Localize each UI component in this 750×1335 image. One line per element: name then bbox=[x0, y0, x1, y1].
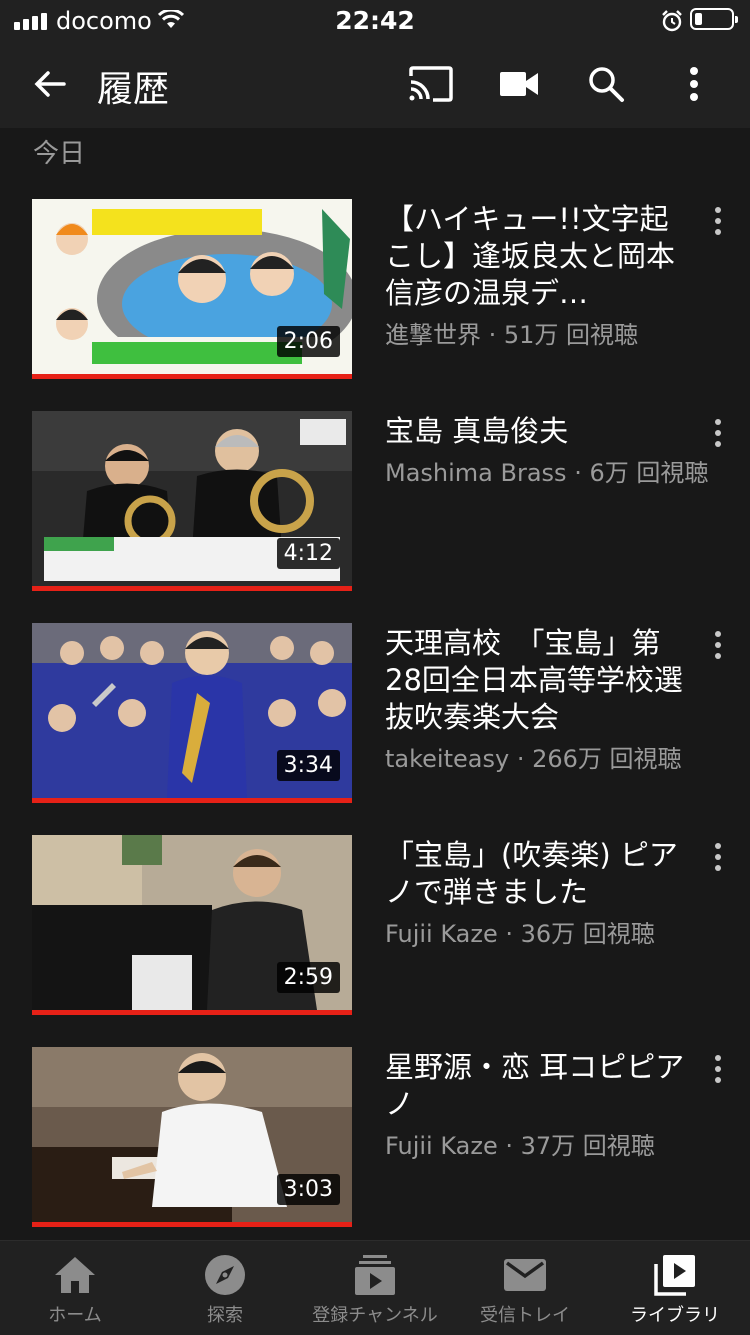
video-meta: Fujii Kaze · 37万 回視聴 bbox=[385, 1132, 655, 1160]
watched-progress-bar bbox=[32, 1010, 352, 1015]
video-more-icon[interactable] bbox=[706, 205, 730, 247]
video-title[interactable]: 宝島 真島俊夫 bbox=[385, 413, 685, 450]
nav-label: 探索 bbox=[207, 1305, 243, 1326]
history-video-item[interactable]: 4:12 宝島 真島俊夫 Mashima Brass · 6万 回視聴 bbox=[0, 411, 750, 601]
video-thumbnail[interactable]: 3:34 bbox=[32, 623, 352, 803]
video-more-icon[interactable] bbox=[706, 841, 730, 883]
home-icon bbox=[0, 1251, 150, 1299]
video-more-icon[interactable] bbox=[706, 629, 730, 671]
video-thumbnail[interactable]: 2:06 bbox=[32, 199, 352, 379]
video-title[interactable]: 星野源・恋 耳コピピアノ bbox=[385, 1049, 685, 1123]
battery-fill bbox=[695, 13, 702, 25]
alarm-icon bbox=[660, 9, 684, 37]
search-icon[interactable] bbox=[582, 40, 630, 128]
battery-icon bbox=[690, 8, 738, 30]
nav-label: ホーム bbox=[48, 1305, 102, 1326]
app-bar: 履歴 bbox=[0, 40, 750, 128]
cast-icon[interactable] bbox=[404, 40, 456, 128]
page-title: 履歴 bbox=[97, 69, 170, 110]
video-title[interactable]: 「宝島」(吹奏楽) ピアノで弾きました bbox=[385, 837, 685, 911]
bottom-navigation: ホーム 探索 登録チャンネル 受信トレイ ライブラリ bbox=[0, 1240, 750, 1335]
mail-icon bbox=[450, 1251, 600, 1299]
nav-item-home[interactable]: ホーム bbox=[0, 1241, 150, 1335]
status-time: 22:42 bbox=[335, 6, 415, 35]
video-duration: 2:06 bbox=[276, 326, 340, 357]
history-video-item[interactable]: 3:34 天理高校 「宝島」第28回全日本高等学校選抜吹奏楽大会 takeite… bbox=[0, 623, 750, 813]
video-thumbnail[interactable]: 2:59 bbox=[32, 835, 352, 1015]
nav-item-inbox[interactable]: 受信トレイ bbox=[450, 1241, 600, 1335]
video-more-icon[interactable] bbox=[706, 417, 730, 459]
status-bar: docomo 22:42 bbox=[0, 0, 750, 40]
video-meta: Fujii Kaze · 36万 回視聴 bbox=[385, 920, 655, 948]
video-title[interactable]: 天理高校 「宝島」第28回全日本高等学校選抜吹奏楽大会 bbox=[385, 625, 685, 736]
video-duration: 2:59 bbox=[276, 962, 340, 993]
video-meta: takeiteasy · 266万 回視聴 bbox=[385, 745, 682, 773]
video-meta: 進撃世界 · 51万 回視聴 bbox=[385, 321, 639, 349]
nav-label: 受信トレイ bbox=[480, 1305, 570, 1326]
nav-label: ライブラリ bbox=[630, 1305, 720, 1326]
watched-progress-bar bbox=[32, 1222, 352, 1227]
compass-icon bbox=[150, 1251, 300, 1299]
video-duration: 3:03 bbox=[276, 1174, 340, 1205]
history-video-item[interactable]: 2:59 「宝島」(吹奏楽) ピアノで弾きました Fujii Kaze · 36… bbox=[0, 835, 750, 1025]
nav-label: 登録チャンネル bbox=[312, 1305, 438, 1326]
back-arrow-icon[interactable] bbox=[22, 40, 78, 128]
nav-item-subscriptions[interactable]: 登録チャンネル bbox=[300, 1241, 450, 1335]
nav-item-explore[interactable]: 探索 bbox=[150, 1241, 300, 1335]
watched-progress-bar bbox=[32, 798, 352, 803]
history-video-item[interactable]: 3:03 星野源・恋 耳コピピアノ Fujii Kaze · 37万 回視聴 bbox=[0, 1047, 750, 1237]
video-duration: 4:12 bbox=[276, 538, 340, 569]
watched-progress-bar bbox=[32, 374, 352, 379]
video-more-icon[interactable] bbox=[706, 1053, 730, 1095]
library-icon bbox=[600, 1251, 750, 1299]
subscriptions-icon bbox=[300, 1251, 450, 1299]
video-camera-icon[interactable] bbox=[494, 40, 544, 128]
video-thumbnail[interactable]: 3:03 bbox=[32, 1047, 352, 1227]
more-vert-icon[interactable] bbox=[674, 40, 714, 128]
video-meta: Mashima Brass · 6万 回視聴 bbox=[385, 459, 709, 487]
video-duration: 3:34 bbox=[276, 750, 340, 781]
section-label-today: 今日 bbox=[33, 139, 86, 169]
watched-progress-bar bbox=[32, 586, 352, 591]
video-title[interactable]: 【ハイキュー!!文字起こし】逢坂良太と岡本信彦の温泉デ… bbox=[385, 201, 685, 312]
nav-item-library[interactable]: ライブラリ bbox=[600, 1241, 750, 1335]
video-thumbnail[interactable]: 4:12 bbox=[32, 411, 352, 591]
history-video-item[interactable]: 2:06 【ハイキュー!!文字起こし】逢坂良太と岡本信彦の温泉デ… 進撃世界 ·… bbox=[0, 199, 750, 389]
